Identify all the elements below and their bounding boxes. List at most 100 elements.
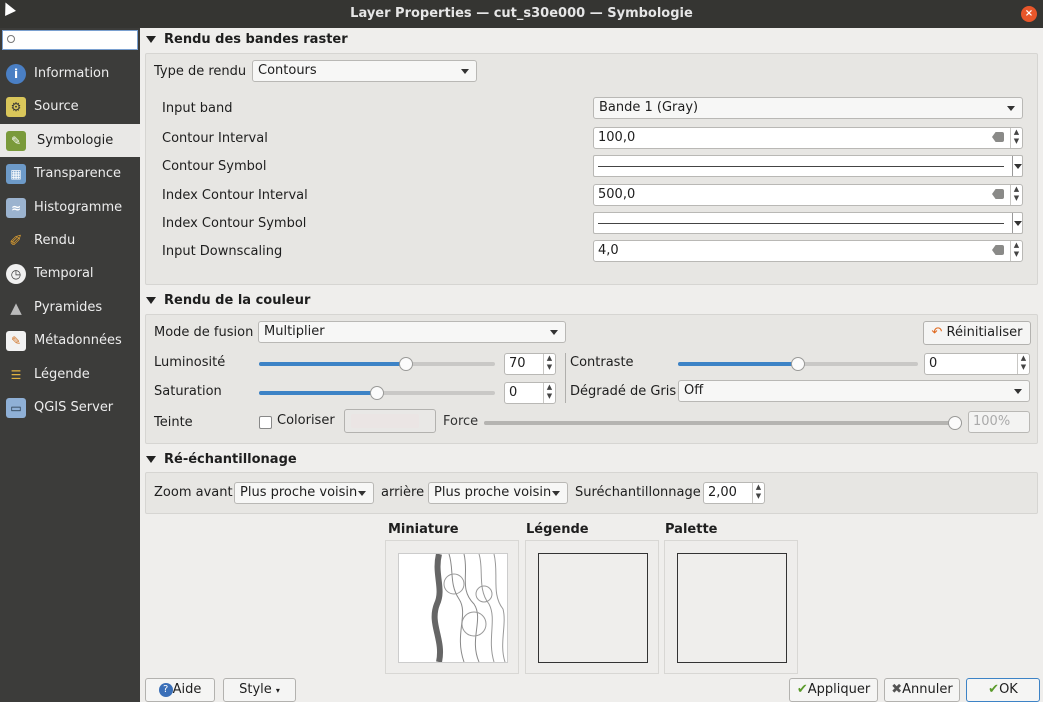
sidebar-item-transparence[interactable]: ▦ Transparence <box>0 157 140 190</box>
search-icon <box>7 35 15 43</box>
paintbrush-icon: ✎ <box>6 131 26 151</box>
chevron-down-icon <box>1007 106 1015 111</box>
input-band-select[interactable]: Bande 1 (Gray) <box>593 97 1023 119</box>
color-rendering-group: Mode de fusion Multiplier ↶ Réinitialise… <box>145 314 1038 444</box>
legend-box <box>538 553 648 663</box>
clock-icon: ◷ <box>6 264 26 284</box>
style-button[interactable]: Style ▾ <box>223 678 296 702</box>
contour-interval-field[interactable]: 100,0 ▲ ▼ <box>593 127 1023 149</box>
spin-buttons[interactable]: ▲ ▼ <box>1017 354 1029 374</box>
strength-spinbox[interactable]: 100% <box>968 411 1030 433</box>
contrast-label: Contraste <box>570 355 634 370</box>
reset-icon: ↶ <box>931 325 943 340</box>
zoom-in-select[interactable]: Plus proche voisin <box>234 482 374 504</box>
sidebar-item-label: Transparence <box>34 166 122 181</box>
zoom-in-label: Zoom avant <box>154 485 233 500</box>
sidebar-item-histogramme[interactable]: ≈ Histogramme <box>0 191 140 224</box>
reset-button[interactable]: ↶ Réinitialiser <box>923 321 1031 345</box>
color-picker-button[interactable] <box>344 409 436 433</box>
oversampling-label: Suréchantillonnage <box>575 485 701 500</box>
colorize-label: Coloriser <box>277 413 335 428</box>
apply-button[interactable]: ✔Appliquer <box>789 678 878 702</box>
spin-buttons[interactable]: ▲ ▼ <box>1010 241 1022 261</box>
sidebar-item-pyramides[interactable]: ▲ Pyramides <box>0 291 140 324</box>
info-icon: i <box>6 64 26 84</box>
spin-buttons[interactable]: ▲ ▼ <box>1010 128 1022 148</box>
sidebar-item-rendu[interactable]: ✐ Rendu <box>0 224 140 257</box>
sidebar-item-label: Rendu <box>34 233 76 248</box>
clear-icon[interactable] <box>992 132 1004 142</box>
colorize-checkbox[interactable] <box>259 416 272 429</box>
cancel-icon: ✖ <box>891 682 903 697</box>
contour-map-icon <box>431 553 506 663</box>
oversampling-spinbox[interactable]: 2,00 ▲ ▼ <box>703 482 765 504</box>
server-icon: ▭ <box>6 398 26 418</box>
index-symbol-button[interactable] <box>593 212 1023 234</box>
thumbnail-title: Miniature <box>388 522 459 537</box>
sidebar-item-temporal[interactable]: ◷ Temporal <box>0 257 140 290</box>
index-interval-field[interactable]: 500,0 ▲ ▼ <box>593 184 1023 206</box>
section-header-resampling[interactable]: Ré-échantillonage <box>146 450 297 470</box>
chevron-down-icon[interactable] <box>1012 213 1022 233</box>
brush-icon: ✐ <box>9 231 23 250</box>
spin-buttons[interactable]: ▲ ▼ <box>1010 185 1022 205</box>
thumbnail-image <box>398 553 508 663</box>
sidebar-item-symbologie[interactable]: ✎ Symbologie <box>0 124 140 157</box>
ok-button[interactable]: ✔OK <box>966 678 1040 702</box>
section-header-band-rendering[interactable]: Rendu des bandes raster <box>146 30 348 50</box>
sidebar-item-qgis-server[interactable]: ▭ QGIS Server <box>0 391 140 424</box>
brightness-slider[interactable] <box>259 357 495 371</box>
contrast-spinbox[interactable]: 0 ▲ ▼ <box>924 353 1030 375</box>
legend-title: Légende <box>526 522 589 537</box>
palette-title: Palette <box>665 522 718 537</box>
saturation-slider[interactable] <box>259 386 495 400</box>
transparency-icon: ▦ <box>6 164 26 184</box>
chevron-down-icon <box>552 491 560 496</box>
cancel-button[interactable]: ✖Annuler <box>884 678 960 702</box>
sidebar-item-information[interactable]: i Information <box>0 57 140 90</box>
zoom-out-label: arrière <box>381 485 425 500</box>
chevron-down-icon[interactable] <box>1012 156 1022 176</box>
saturation-label: Saturation <box>154 384 222 399</box>
downscaling-label: Input Downscaling <box>162 244 283 259</box>
collapse-triangle-icon <box>146 36 156 43</box>
collapse-triangle-icon <box>146 297 156 304</box>
sidebar-item-label: Information <box>34 66 110 81</box>
metadata-icon: ✎ <box>6 331 26 351</box>
grayscale-select[interactable]: Off <box>678 380 1030 402</box>
sidebar-item-source[interactable]: ⚙ Source <box>0 90 140 123</box>
chevron-down-icon <box>550 330 558 335</box>
downscaling-field[interactable]: 4,0 ▲ ▼ <box>593 240 1023 262</box>
sidebar-item-label: Histogramme <box>34 200 123 215</box>
sidebar-item-metadonnees[interactable]: ✎ Métadonnées <box>0 324 140 357</box>
divider <box>565 353 566 403</box>
chevron-down-icon <box>358 491 366 496</box>
sidebar-item-legende[interactable]: ☰ Légende <box>0 358 140 391</box>
main-panel: Rendu des bandes raster Type de rendu Co… <box>140 28 1043 674</box>
spin-buttons[interactable]: ▲ ▼ <box>752 483 764 503</box>
grayscale-label: Dégradé de Gris <box>570 384 677 399</box>
strength-slider[interactable] <box>484 416 962 430</box>
input-band-label: Input band <box>162 101 233 116</box>
saturation-spinbox[interactable]: 0 ▲ ▼ <box>504 382 556 404</box>
section-header-color-rendering[interactable]: Rendu de la couleur <box>146 291 310 311</box>
contrast-slider[interactable] <box>678 357 918 371</box>
sidebar-item-label: Pyramides <box>34 300 103 315</box>
pyramid-icon: ▲ <box>10 299 22 317</box>
brightness-spinbox[interactable]: 70 ▲ ▼ <box>504 353 556 375</box>
contour-interval-label: Contour Interval <box>162 131 268 146</box>
clear-icon[interactable] <box>992 189 1004 199</box>
spin-buttons[interactable]: ▲ ▼ <box>543 354 555 374</box>
blend-mode-select[interactable]: Multiplier <box>258 321 566 343</box>
spin-buttons[interactable]: ▲ ▼ <box>543 383 555 403</box>
hue-label: Teinte <box>154 415 193 430</box>
chevron-down-icon <box>461 69 469 74</box>
render-type-select[interactable]: Contours <box>252 60 477 82</box>
contour-symbol-button[interactable] <box>593 155 1023 177</box>
sidebar-item-label: QGIS Server <box>34 400 114 415</box>
zoom-out-select[interactable]: Plus proche voisin <box>428 482 568 504</box>
help-button[interactable]: ? Aide <box>145 678 215 702</box>
clear-icon[interactable] <box>992 245 1004 255</box>
search-input[interactable] <box>2 30 138 50</box>
close-button[interactable]: × <box>1021 6 1037 22</box>
